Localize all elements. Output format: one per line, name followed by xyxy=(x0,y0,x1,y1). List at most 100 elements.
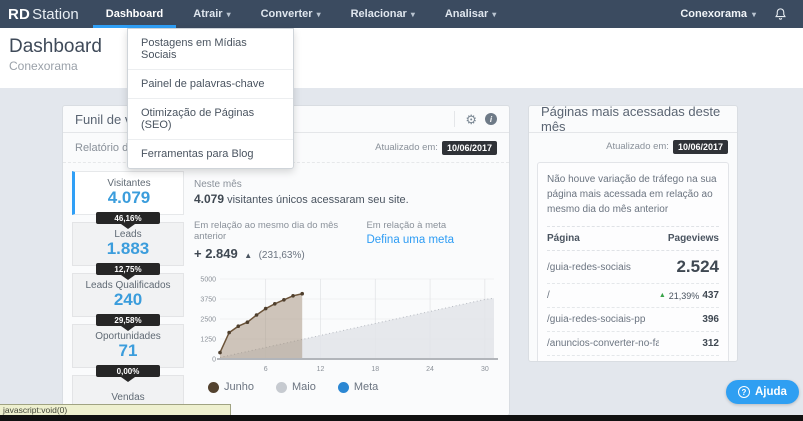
column-header-page: Página xyxy=(547,233,580,244)
conversion-rate: 0,00% xyxy=(96,365,160,377)
summary-period-label: Neste mês xyxy=(194,179,502,190)
conversion-rate: 12,75% xyxy=(96,263,160,275)
menu-item-painel-palavras-chave[interactable]: Painel de palavras-chave xyxy=(128,70,293,99)
chevron-down-icon: ▾ xyxy=(227,10,231,19)
stage-value: 240 xyxy=(114,291,142,310)
comparison-label: Em relação ao mesmo dia do mês anterior xyxy=(194,220,366,242)
table-row: /anuncios-converter-no-facebo.. 312 xyxy=(547,332,719,356)
funnel-stage-visitantes[interactable]: Visitantes 4.079 xyxy=(72,171,184,215)
top-pages-panel: Páginas mais acessadas deste mês Atualiz… xyxy=(528,105,738,362)
nav-item-dashboard[interactable]: Dashboard xyxy=(91,0,178,28)
question-icon: ? xyxy=(738,386,750,398)
nav-item-converter[interactable]: Converter ▾ xyxy=(246,0,336,28)
legend-dot-icon xyxy=(276,382,287,393)
conversion-ribbon: 46,16% xyxy=(96,212,160,229)
pageviews-value: 312 xyxy=(702,338,719,349)
traffic-notice: Não houve variação de tráfego na sua pág… xyxy=(547,172,719,217)
chevron-down-icon: ▾ xyxy=(317,10,321,19)
visitors-area-chart: 01250250037505000612182430 xyxy=(194,271,502,375)
pages-updated-row: Atualizado em: 10/06/2017 xyxy=(529,133,737,160)
notifications-button[interactable] xyxy=(774,7,787,21)
legend-label: Junho xyxy=(224,381,254,393)
nav-item-label: Analisar xyxy=(445,8,488,20)
stage-label: Vendas xyxy=(111,392,144,403)
summary-text: 4.079 visitantes únicos acessaram seu si… xyxy=(194,192,502,206)
pageviews-value: 396 xyxy=(702,314,719,325)
month-comparison: Em relação ao mesmo dia do mês anterior … xyxy=(194,220,366,263)
legend-item-meta[interactable]: Meta xyxy=(338,381,378,393)
panel-header-icons: ⚙ i xyxy=(454,111,497,127)
svg-text:30: 30 xyxy=(481,366,489,373)
svg-text:24: 24 xyxy=(426,366,434,373)
ribbon-notch xyxy=(121,377,135,382)
comparison-row: Em relação ao mesmo dia do mês anterior … xyxy=(194,220,502,263)
arrow-up-icon: ▲ xyxy=(244,251,252,260)
page-link[interactable]: /guia-redes-sociais-pp xyxy=(547,314,645,325)
visitors-summary: Neste mês 4.079 visitantes únicos acessa… xyxy=(188,163,510,416)
nav-item-label: Converter xyxy=(261,8,313,20)
svg-text:1250: 1250 xyxy=(200,337,216,344)
nav-item-atrair[interactable]: Atrair ▾ xyxy=(178,0,245,28)
table-header-row: Página Pageviews xyxy=(547,226,719,251)
help-button[interactable]: ? Ajuda xyxy=(726,380,799,404)
updated-info: Atualizado em: 10/06/2017 xyxy=(375,141,497,155)
legend-label: Maio xyxy=(292,381,316,393)
updated-label: Atualizado em: xyxy=(375,142,438,153)
legend-label: Meta xyxy=(354,381,378,393)
goal-label: Em relação à meta xyxy=(366,220,502,231)
legend-item-maio[interactable]: Maio xyxy=(276,381,316,393)
gear-icon[interactable]: ⚙ xyxy=(465,113,477,126)
table-row: /guia-redes-sociais-pp 396 xyxy=(547,308,719,332)
page-link[interactable]: /guia-redes-sociais xyxy=(547,262,631,273)
nav-right: Conexorama ▾ xyxy=(680,0,803,28)
menu-item-otimizacao-paginas-seo[interactable]: Otimização de Páginas (SEO) xyxy=(128,99,293,140)
menu-item-ferramentas-blog[interactable]: Ferramentas para Blog xyxy=(128,140,293,168)
page-header: Dashboard Conexorama xyxy=(0,28,803,88)
bottom-edge-strip xyxy=(0,415,803,421)
pageviews-value: 2.524 xyxy=(676,257,719,277)
status-bar-text: javascript:void(0) xyxy=(3,405,67,415)
rdstation-logo[interactable]: RD Station xyxy=(0,0,91,28)
nav-item-relacionar[interactable]: Relacionar ▾ xyxy=(336,0,430,28)
svg-text:6: 6 xyxy=(264,366,268,373)
chevron-down-icon: ▾ xyxy=(492,10,496,19)
report-label: Relatório de xyxy=(75,142,134,154)
pageviews-cell: 312 xyxy=(702,338,719,349)
nav-item-analisar[interactable]: Analisar ▾ xyxy=(430,0,511,28)
page-link[interactable]: /anuncios-converter-no-facebo.. xyxy=(547,338,659,349)
help-button-label: Ajuda xyxy=(755,386,787,398)
logo-text-bold: RD xyxy=(8,6,30,23)
funnel-stages: Visitantes 4.079 46,16% Leads 1.883 12,7… xyxy=(63,163,188,416)
stage-value: 71 xyxy=(119,342,138,361)
table-row: / ▲ 21,39% 437 xyxy=(547,284,719,308)
goal-comparison: Em relação à meta Defina uma meta xyxy=(366,220,502,263)
define-goal-link[interactable]: Defina uma meta xyxy=(366,234,502,246)
nav-menu: Dashboard Atrair ▾ Converter ▾ Relaciona… xyxy=(91,0,512,28)
updated-date-badge: 10/06/2017 xyxy=(442,141,497,155)
nav-item-label: Relacionar xyxy=(351,8,407,20)
pages-panel-header: Páginas mais acessadas deste mês xyxy=(529,106,737,133)
menu-item-postagens-midias-sociais[interactable]: Postagens em Mídias Sociais xyxy=(128,29,293,70)
svg-text:12: 12 xyxy=(317,366,325,373)
pageviews-cell: ▲ 21,39% 437 xyxy=(659,290,719,301)
svg-text:18: 18 xyxy=(371,366,379,373)
legend-dot-icon xyxy=(338,382,349,393)
updated-date-badge: 10/06/2017 xyxy=(673,140,728,154)
legend-item-junho[interactable]: Junho xyxy=(208,381,254,393)
conversion-ribbon: 29,58% xyxy=(96,314,160,331)
chart-legend: Junho Maio Meta xyxy=(208,381,502,393)
comparison-percent: (231,63%) xyxy=(259,250,305,261)
pages-content-box: Não houve variação de tráfego na sua pág… xyxy=(537,162,729,362)
comparison-value: + 2.849 xyxy=(194,246,238,261)
pageviews-table: Página Pageviews /guia-redes-sociais 2.5… xyxy=(547,226,719,362)
info-icon[interactable]: i xyxy=(485,113,497,125)
account-menu[interactable]: Conexorama ▾ xyxy=(680,8,756,20)
svg-text:5000: 5000 xyxy=(200,277,216,284)
updated-label: Atualizado em: xyxy=(606,141,669,152)
nav-item-label: Dashboard xyxy=(106,8,163,20)
column-header-pageviews: Pageviews xyxy=(668,233,719,244)
page-link[interactable]: / xyxy=(547,290,550,301)
svg-text:3750: 3750 xyxy=(200,297,216,304)
pageviews-value: 437 xyxy=(702,290,719,301)
conversion-rate: 46,16% xyxy=(96,212,160,224)
